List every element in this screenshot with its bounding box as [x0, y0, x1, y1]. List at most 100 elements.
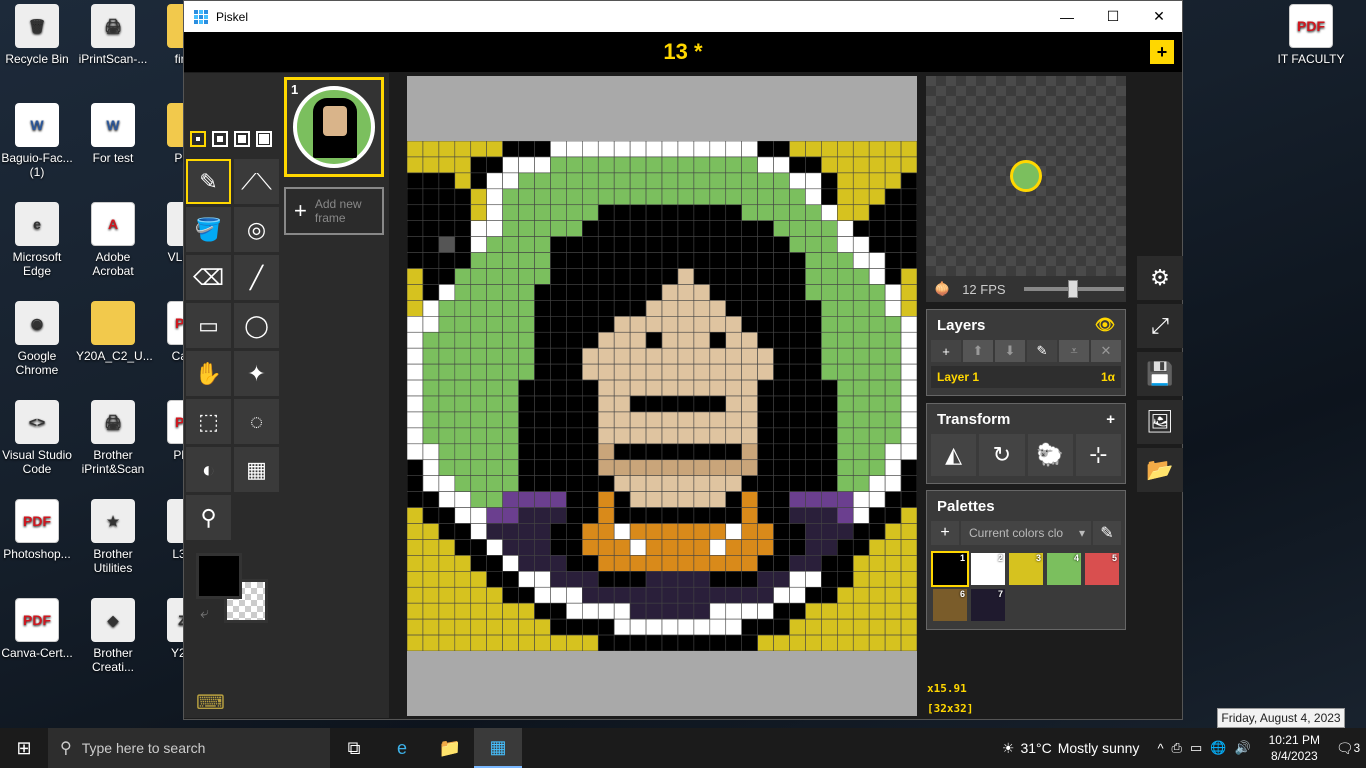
pixel[interactable]: [773, 220, 790, 237]
pixel[interactable]: [566, 141, 583, 158]
pixel[interactable]: [868, 427, 886, 445]
pixel[interactable]: [677, 523, 695, 540]
pixel[interactable]: [837, 555, 854, 572]
pixel[interactable]: [789, 586, 806, 604]
pixel[interactable]: [693, 634, 711, 651]
pixel[interactable]: [597, 443, 615, 461]
pixel[interactable]: [805, 586, 822, 604]
pixel[interactable]: [805, 268, 822, 285]
pixel[interactable]: [470, 602, 487, 620]
pixel[interactable]: [757, 395, 774, 413]
pixel[interactable]: [900, 539, 917, 556]
pixel[interactable]: [805, 141, 822, 158]
pixel[interactable]: [725, 555, 742, 572]
search-box[interactable]: ⚲ Type here to search: [48, 728, 330, 768]
pixel[interactable]: [407, 363, 424, 381]
pixel[interactable]: [550, 411, 567, 429]
pixel[interactable]: [900, 252, 917, 269]
pixel[interactable]: [486, 491, 503, 508]
palette-swatch[interactable]: 1: [931, 551, 969, 587]
pixel[interactable]: [454, 395, 472, 413]
pixel[interactable]: [884, 141, 902, 158]
pixel[interactable]: [725, 300, 742, 317]
pixel[interactable]: [821, 555, 838, 572]
pixel[interactable]: [661, 523, 679, 540]
pixel[interactable]: [582, 443, 599, 461]
pixel[interactable]: [645, 555, 663, 572]
pixel[interactable]: [884, 555, 902, 572]
pixel[interactable]: [725, 475, 742, 492]
pixel[interactable]: [852, 284, 870, 301]
pixel[interactable]: [502, 475, 519, 492]
resize-icon[interactable]: ⤢: [1137, 304, 1183, 348]
pixel[interactable]: [645, 188, 663, 206]
pixel[interactable]: [821, 316, 838, 333]
pixel[interactable]: [757, 284, 774, 301]
pixel[interactable]: [422, 443, 440, 461]
pixel[interactable]: [725, 395, 742, 413]
pixel[interactable]: [534, 363, 551, 381]
desktop-icon[interactable]: e Microsoft Edge: [0, 202, 74, 278]
pixel[interactable]: [454, 475, 472, 492]
add-palette-button[interactable]: +: [931, 521, 959, 545]
pixel[interactable]: [597, 236, 615, 253]
pixel[interactable]: [852, 156, 870, 174]
pixel[interactable]: [789, 268, 806, 285]
pixel[interactable]: [502, 539, 519, 556]
pixel[interactable]: [693, 347, 711, 365]
pixel[interactable]: [900, 268, 917, 285]
pixel[interactable]: [438, 475, 456, 492]
pixel[interactable]: [900, 459, 917, 476]
pixel[interactable]: [550, 172, 567, 190]
pixel[interactable]: [502, 571, 519, 588]
pixel[interactable]: [582, 300, 599, 317]
pixel[interactable]: [645, 443, 663, 461]
pixel[interactable]: [566, 188, 583, 206]
pixel[interactable]: [709, 141, 727, 158]
pixel[interactable]: [789, 141, 806, 158]
pixel[interactable]: [837, 427, 854, 445]
pixel[interactable]: [852, 188, 870, 206]
pixel[interactable]: [629, 141, 647, 158]
pixel[interactable]: [534, 586, 551, 604]
pixel[interactable]: [805, 571, 822, 588]
pixel[interactable]: [789, 475, 806, 492]
pixel[interactable]: [789, 523, 806, 540]
pixel[interactable]: [725, 172, 742, 190]
pixel[interactable]: [725, 443, 742, 461]
pixel[interactable]: [837, 586, 854, 604]
pixel[interactable]: [852, 141, 870, 158]
pixel[interactable]: [741, 618, 758, 636]
pixel[interactable]: [486, 443, 503, 461]
pixel[interactable]: [884, 507, 902, 524]
pixel[interactable]: [661, 300, 679, 317]
pixel[interactable]: [805, 411, 822, 429]
pixel[interactable]: [900, 220, 917, 237]
desktop-icon[interactable]: PDF Photoshop...: [0, 499, 74, 561]
pixel[interactable]: [582, 586, 599, 604]
pixel[interactable]: [645, 156, 663, 174]
pixel[interactable]: [661, 379, 679, 397]
pixel[interactable]: [677, 172, 695, 190]
pixel[interactable]: [789, 602, 806, 620]
pixel[interactable]: [486, 571, 503, 588]
pixel[interactable]: [454, 602, 472, 620]
pixel[interactable]: [837, 141, 854, 158]
pixel[interactable]: [868, 411, 886, 429]
pixel[interactable]: [518, 634, 535, 651]
pixel[interactable]: [438, 602, 456, 620]
pixel[interactable]: [550, 284, 567, 301]
pixel[interactable]: [629, 475, 647, 492]
pixel[interactable]: [566, 523, 583, 540]
pixel[interactable]: [677, 331, 695, 349]
pixel[interactable]: [789, 507, 806, 524]
pixel[interactable]: [470, 523, 487, 540]
rectangle-tool[interactable]: ▭: [186, 303, 231, 348]
pixel[interactable]: [438, 634, 456, 651]
pixel[interactable]: [693, 523, 711, 540]
pixel[interactable]: [518, 491, 535, 508]
pixel[interactable]: [709, 539, 727, 556]
pixel[interactable]: [805, 523, 822, 540]
pen-size-1[interactable]: [190, 131, 206, 147]
pixel[interactable]: [884, 459, 902, 476]
